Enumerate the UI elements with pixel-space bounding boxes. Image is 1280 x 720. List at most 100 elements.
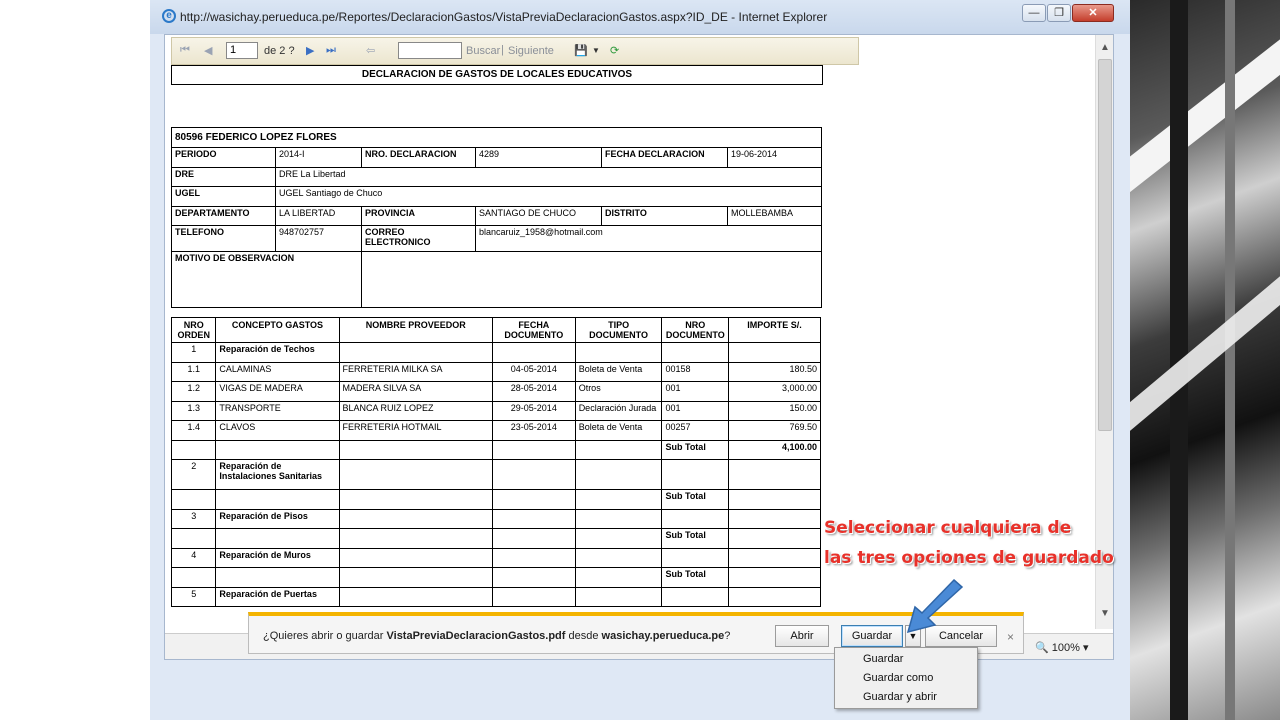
table-cell: 00158 xyxy=(661,361,730,382)
window-title: http://wasichay.perueduca.pe/Reportes/De… xyxy=(180,10,828,24)
expenses-table: NRO ORDEN CONCEPTO GASTOS NOMBRE PROVEEDOR… xyxy=(170,317,821,607)
download-message: ¿Quieres abrir o guardar VistaPreviaDecl… xyxy=(263,630,731,642)
table-cell: 180.50 xyxy=(728,361,821,382)
value-periodo: 2014-I xyxy=(275,147,362,168)
zoom-icon: 🔍 xyxy=(1035,642,1052,654)
value-dre: DRE La Libertad xyxy=(274,166,823,187)
table-cell xyxy=(574,586,663,607)
open-button[interactable]: Abrir xyxy=(775,625,829,647)
prev-page-icon[interactable]: ◀ xyxy=(204,44,212,57)
table-cell: Sub Total xyxy=(661,567,730,588)
menu-item-guardar-como[interactable]: Guardar como xyxy=(863,672,933,684)
table-cell xyxy=(170,567,217,588)
table-cell xyxy=(574,567,663,588)
table-cell: 3 xyxy=(170,508,217,529)
table-cell: Reparación de Muros xyxy=(215,547,340,568)
table-cell: 1 xyxy=(170,342,217,363)
table-cell xyxy=(574,342,663,363)
header-table: 80596 FEDERICO LOPEZ FLORES PERIODO 2014… xyxy=(170,127,823,308)
table-cell xyxy=(491,489,576,510)
table-cell xyxy=(338,586,493,607)
value-motivo xyxy=(360,251,823,308)
table-cell xyxy=(338,342,493,363)
close-icon[interactable]: × xyxy=(1007,630,1014,644)
first-page-icon[interactable]: ⏮ xyxy=(180,44,190,57)
table-cell xyxy=(574,459,663,490)
table-cell xyxy=(215,528,340,549)
value-distrito: MOLLEBAMBA xyxy=(726,205,823,226)
scroll-down-icon[interactable]: ▼ xyxy=(1098,607,1112,621)
table-cell xyxy=(574,508,663,529)
next-link[interactable]: Siguiente xyxy=(508,45,554,57)
refresh-icon[interactable]: ⟳ xyxy=(610,44,619,57)
minimize-button[interactable]: — xyxy=(1022,4,1046,22)
annotation-line-1: Seleccionar cualquiera de xyxy=(824,518,1072,538)
zoom-level[interactable]: 🔍 100% ▾ xyxy=(1035,641,1088,654)
page-count: de 2 ? xyxy=(264,45,295,57)
column-header: CONCEPTO GASTOS xyxy=(215,317,340,343)
table-cell xyxy=(491,508,576,529)
table-cell: 1.4 xyxy=(170,420,217,441)
close-button[interactable]: ✕ xyxy=(1072,4,1114,22)
table-cell xyxy=(491,342,576,363)
table-cell: Reparación de Pisos xyxy=(215,508,340,529)
download-site: wasichay.perueduca.pe xyxy=(601,630,725,642)
menu-item-guardar[interactable]: Guardar xyxy=(863,653,903,665)
table-cell: 23-05-2014 xyxy=(491,420,576,441)
export-save-icon[interactable]: 💾 xyxy=(574,44,588,57)
table-cell: 4,100.00 xyxy=(728,439,821,460)
table-cell: 3,000.00 xyxy=(728,381,821,402)
last-page-icon[interactable]: ⏭ xyxy=(326,44,336,57)
table-cell: Reparación de Instalaciones Sanitarias xyxy=(215,459,340,490)
save-options-menu: Guardar Guardar como Guardar y abrir xyxy=(834,647,978,709)
search-input[interactable] xyxy=(398,42,462,59)
table-cell xyxy=(491,439,576,460)
table-cell: Reparación de Puertas xyxy=(215,586,340,607)
table-cell xyxy=(215,567,340,588)
table-cell xyxy=(338,528,493,549)
page-number-input[interactable]: 1 xyxy=(226,42,258,59)
table-cell xyxy=(491,528,576,549)
scroll-up-icon[interactable]: ▲ xyxy=(1098,41,1112,55)
table-cell: Otros xyxy=(574,381,663,402)
value-telefono: 948702757 xyxy=(275,225,362,252)
scroll-thumb[interactable] xyxy=(1098,59,1112,431)
save-button[interactable]: Guardar xyxy=(841,625,903,647)
back-icon[interactable]: ⇦ xyxy=(366,44,375,57)
table-cell xyxy=(574,489,663,510)
table-cell: Sub Total xyxy=(661,528,730,549)
table-cell: MADERA SILVA SA xyxy=(338,381,493,402)
menu-item-guardar-y-abrir[interactable]: Guardar y abrir xyxy=(863,691,937,703)
column-header: FECHA DOCUMENTO xyxy=(491,317,576,343)
table-cell: 1.1 xyxy=(170,361,217,382)
table-cell xyxy=(661,459,730,490)
value-ugel: UGEL Santiago de Chuco xyxy=(274,186,823,207)
export-dropdown-icon[interactable]: ▼ xyxy=(592,46,600,55)
table-cell xyxy=(728,567,821,588)
next-page-icon[interactable]: ▶ xyxy=(306,44,314,57)
table-cell: CLAVOS xyxy=(215,420,340,441)
value-correo: blancaruiz_1958@hotmail.com xyxy=(474,225,823,252)
label-departamento: DEPARTAMENTO xyxy=(171,205,276,226)
maximize-button[interactable]: ❐ xyxy=(1047,4,1071,22)
table-cell xyxy=(728,489,821,510)
table-cell xyxy=(661,586,730,607)
search-link[interactable]: Buscar xyxy=(466,45,500,57)
column-header: NOMBRE PROVEEDOR xyxy=(338,317,493,343)
table-cell xyxy=(728,508,821,529)
table-cell xyxy=(574,439,663,460)
table-row: 1.1 CALAMINAS FERRETERIA MILKA SA 04-05-201… xyxy=(170,361,821,382)
table-cell: TRANSPORTE xyxy=(215,400,340,421)
label-provincia: PROVINCIA xyxy=(361,205,476,226)
table-cell xyxy=(170,439,217,460)
table-cell: 28-05-2014 xyxy=(491,381,576,402)
table-cell xyxy=(491,459,576,490)
table-cell: Declaración Jurada xyxy=(574,400,663,421)
table-cell xyxy=(338,489,493,510)
table-cell xyxy=(491,567,576,588)
table-cell xyxy=(661,342,730,363)
table-cell xyxy=(574,547,663,568)
label-ugel: UGEL xyxy=(171,186,276,207)
table-row: 3 Reparación de Pisos xyxy=(170,508,821,529)
table-cell xyxy=(728,459,821,490)
